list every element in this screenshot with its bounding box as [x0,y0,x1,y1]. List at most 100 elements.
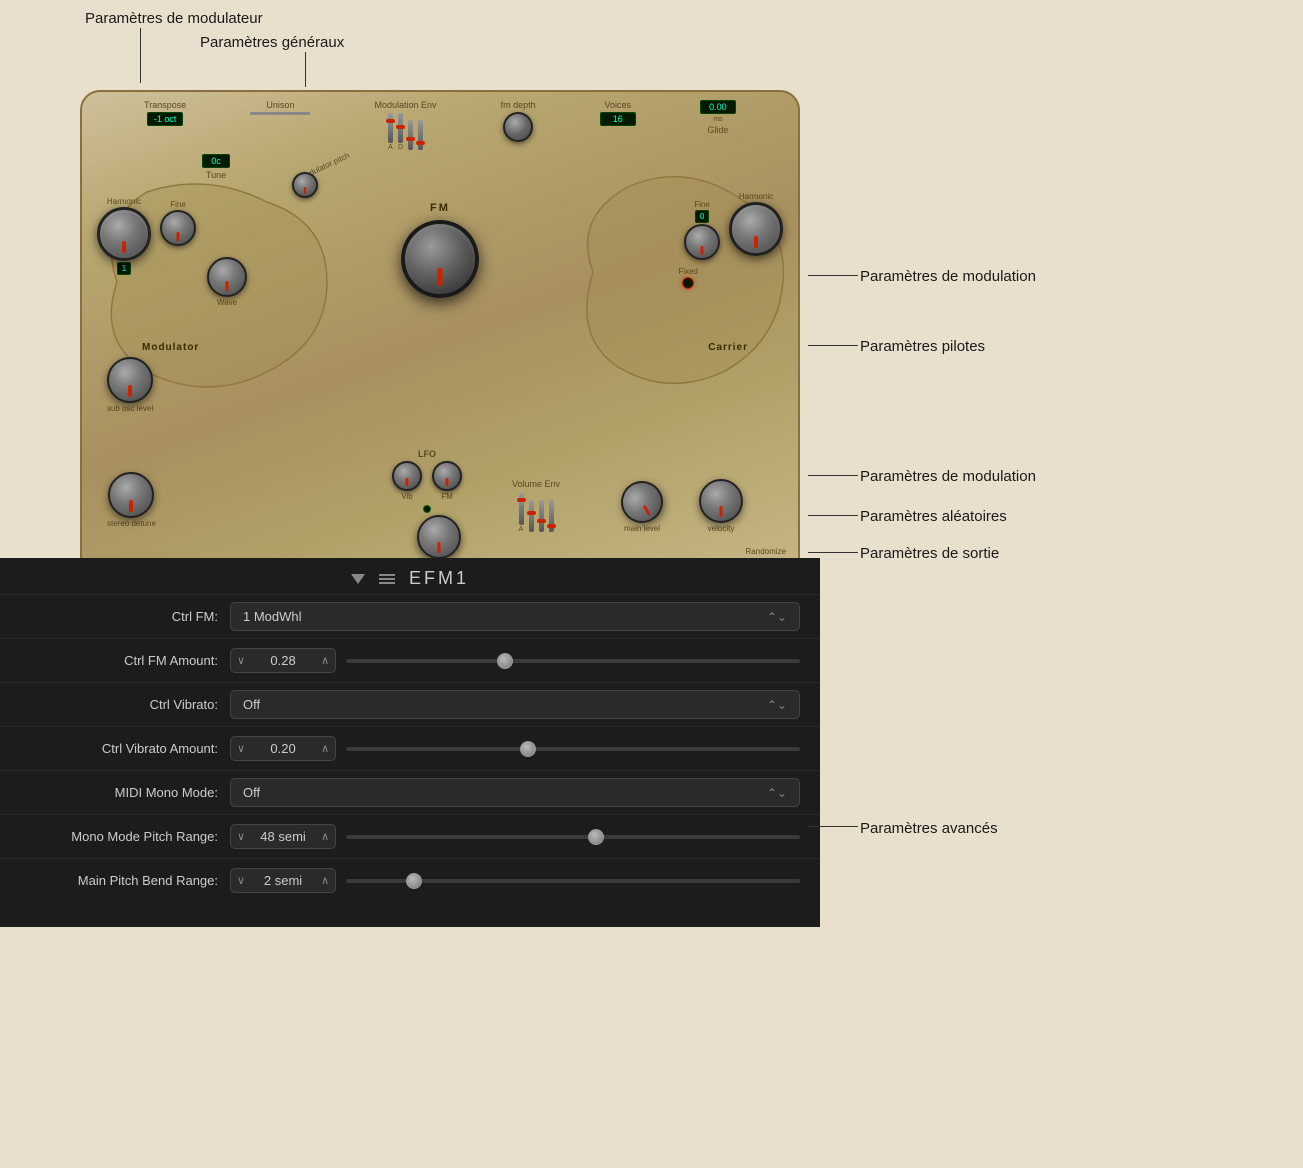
fine-left-knob[interactable] [160,210,196,246]
main-level-group: main level [621,481,663,533]
annotation-line-modulation-bottom [808,475,858,476]
param-rows-container: Ctrl FM:1 ModWhl⌃⌄Ctrl FM Amount:∨0.28∧C… [0,594,820,902]
annotation-line-avances [808,826,858,827]
vib-label: Vib [401,492,412,501]
param-slider-track-5[interactable] [346,835,800,839]
chevron-icon-4: ⌃⌄ [767,786,787,800]
transpose-group: Transpose -1 oct [144,100,186,126]
glide-display[interactable]: 0.00 [700,100,736,114]
main-level-knob[interactable] [613,473,670,530]
bottom-panel: EFM1 Ctrl FM:1 ModWhl⌃⌄Ctrl FM Amount:∨0… [0,558,820,927]
harmonic-right-group: Harmonic [729,192,783,256]
stepper-down-6[interactable]: ∨ [237,874,245,887]
unison-group: Unison [250,100,310,115]
glide-group: 0.00 ms Glide [700,100,736,135]
wave-group: Wave [207,257,247,307]
voices-group: Voices 16 [600,100,636,126]
glide-unit: ms [713,116,722,123]
annotation-line-modulation-top [808,275,858,276]
annotation-pilotes: Paramètres pilotes [860,338,985,356]
annotation-line-generaux [305,52,306,87]
stepper-up-3[interactable]: ∧ [321,742,329,755]
param-slider-track-6[interactable] [346,879,800,883]
main-level-label: main level [624,524,660,533]
param-label-6: Main Pitch Bend Range: [20,873,230,888]
lfo-led [423,505,431,513]
transpose-display[interactable]: -1 oct [147,112,184,126]
carrier-label: Carrier [708,342,748,353]
fm-mod-knob[interactable] [432,461,462,491]
annotation-avances: Paramètres avancés [860,820,998,838]
param-dropdown-2[interactable]: Off⌃⌄ [230,690,800,719]
param-slider-thumb-5[interactable] [588,829,604,845]
fixed-led[interactable] [682,277,694,289]
param-label-2: Ctrl Vibrato: [20,697,230,712]
harmonic-left-group: Harmonic 1 [97,197,151,275]
stereo-detune-knob[interactable] [108,472,154,518]
synth-panel: Transpose -1 oct Unison Modulation Env [80,90,800,590]
fm-label: FM [430,202,450,214]
fm-depth-label: fm depth [501,100,536,110]
stepper-down-5[interactable]: ∨ [237,830,245,843]
panel-collapse-triangle[interactable] [351,574,365,584]
velocity-label: velocity [708,524,735,533]
param-slider-thumb-1[interactable] [497,653,513,669]
voices-label: Voices [604,100,631,110]
param-slider-thumb-6[interactable] [406,873,422,889]
voices-display[interactable]: 16 [600,112,636,126]
sub-osc-label: sub osc level [107,404,153,413]
harmonic-right-label: Harmonic [739,192,773,201]
fine-right-group: Fine 0 [684,200,720,260]
stepper-down-1[interactable]: ∨ [237,654,245,667]
annotation-line-sortie [808,552,858,553]
fixed-group: Fixed [678,267,698,289]
panel-menu-icon[interactable] [379,574,395,584]
param-stepper-box-6: ∨2 semi∧ [230,868,336,893]
stepper-value-1: 0.28 [253,653,313,668]
mod-env-sliders: A D [388,113,423,151]
sub-osc-knob[interactable] [107,357,153,403]
modulator-label: Modulator [142,342,199,353]
chevron-icon-2: ⌃⌄ [767,698,787,712]
param-slider-track-1[interactable] [346,659,800,663]
harmonic-right-knob[interactable] [729,202,783,256]
param-row-2: Ctrl Vibrato:Off⌃⌄ [0,682,820,726]
wave-label: Wave [217,298,237,307]
fine-right-display: 0 [695,210,709,223]
param-row-6: Main Pitch Bend Range:∨2 semi∧ [0,858,820,902]
annotation-line-aleatoires [808,515,858,516]
fm-center-group [401,220,479,298]
panel-title-bar: EFM1 [0,558,820,594]
stepper-up-5[interactable]: ∧ [321,830,329,843]
mod-pitch-knob[interactable] [292,172,318,198]
annotation-sortie: Paramètres de sortie [860,545,999,563]
stepper-up-6[interactable]: ∧ [321,874,329,887]
randomize-label: Randomize [746,547,786,556]
stepper-value-5: 48 semi [253,829,313,844]
wave-knob[interactable] [207,257,247,297]
stepper-value-3: 0.20 [253,741,313,756]
param-slider-track-3[interactable] [346,747,800,751]
velocity-knob[interactable] [699,479,743,523]
vib-knob[interactable] [392,461,422,491]
fine-right-knob[interactable] [684,224,720,260]
harmonic-left-knob[interactable] [97,207,151,261]
param-label-3: Ctrl Vibrato Amount: [20,741,230,756]
harmonic-left-display: 1 [117,262,131,275]
annotation-modulateur: Paramètres de modulateur [85,10,263,27]
param-dropdown-0[interactable]: 1 ModWhl⌃⌄ [230,602,800,631]
velocity-group: velocity [699,479,743,533]
stepper-down-3[interactable]: ∨ [237,742,245,755]
rate-knob[interactable] [417,515,461,559]
param-dropdown-4[interactable]: Off⌃⌄ [230,778,800,807]
mod-env-label: Modulation Env [374,100,436,110]
vol-env-section: Volume Env A [512,479,560,533]
unison-label: Unison [266,100,294,110]
param-slider-thumb-3[interactable] [520,741,536,757]
stepper-up-1[interactable]: ∧ [321,654,329,667]
fm-center-knob[interactable] [401,220,479,298]
panel-title: EFM1 [409,568,469,589]
fm-depth-knob[interactable] [503,112,533,142]
param-row-1: Ctrl FM Amount:∨0.28∧ [0,638,820,682]
fm-depth-group: fm depth [501,100,536,142]
